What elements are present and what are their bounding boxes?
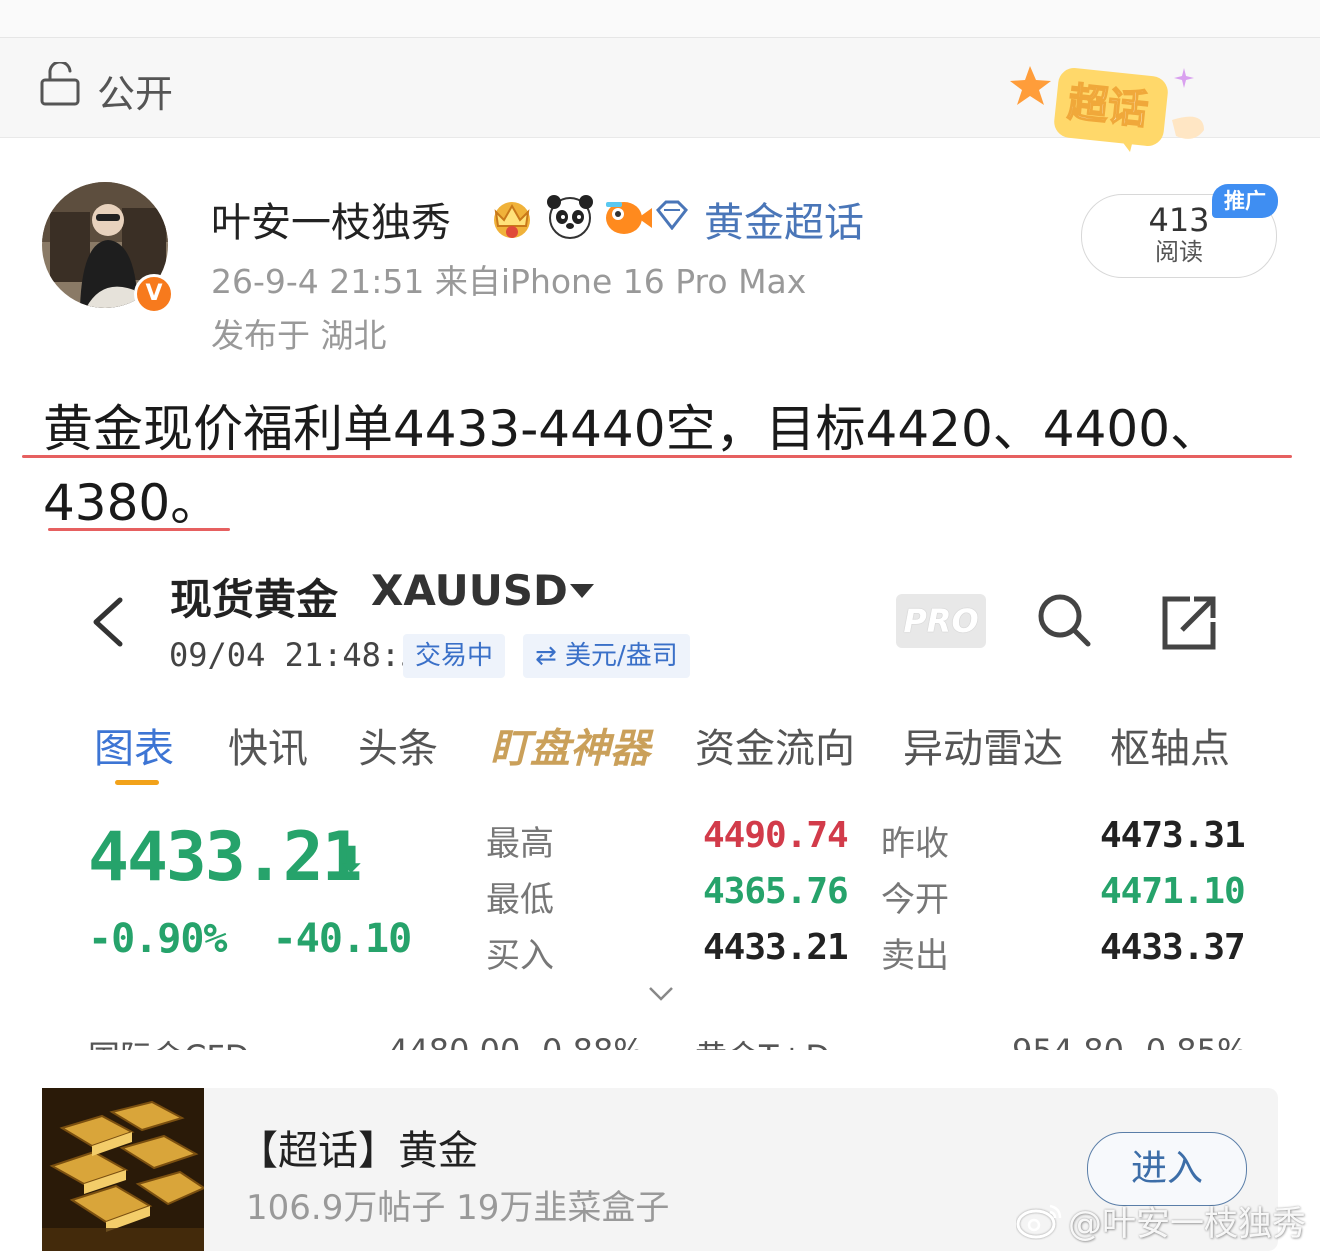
promote-badge[interactable]: 推广 — [1212, 184, 1278, 218]
stat-value-ask: 4433.37 — [1100, 927, 1246, 968]
ticker-item: 国际金CFD — [88, 1030, 249, 1050]
verified-badge-icon: V — [134, 274, 174, 314]
tab-headlines[interactable]: 头条 — [358, 716, 438, 774]
chaohua-sticker-icon: 超话 — [1010, 66, 1204, 152]
stat-label-open: 今开 — [881, 880, 949, 920]
read-label: 阅读 — [1155, 238, 1203, 266]
status-area — [0, 0, 1320, 38]
panda-badge-icon — [547, 195, 593, 239]
post-meta: 26-9-4 21:51 来自iPhone 16 Pro Max — [211, 262, 807, 301]
red-underline — [22, 455, 1292, 458]
share-icon[interactable] — [1160, 594, 1218, 652]
back-arrow-icon[interactable] — [88, 596, 128, 648]
pro-badge[interactable]: PRO — [896, 594, 986, 648]
stat-label-ask: 卖出 — [881, 936, 949, 976]
unit-chip[interactable]: ⇄ 美元/盎司 — [523, 634, 690, 678]
user-badges — [494, 195, 652, 239]
trading-status-chip: 交易中 — [403, 634, 506, 678]
gold-bars-image — [42, 1088, 204, 1251]
change-absolute: -40.10 — [272, 916, 412, 962]
stat-value-low: 4365.76 — [703, 871, 849, 912]
post-text: 黄金现价福利单4433-4440空，目标4420、4400、 4380。 — [43, 392, 1283, 540]
post-location: 发布于 湖北 — [211, 316, 387, 355]
ticker-value: 4480.00 -0.88% — [388, 1030, 644, 1050]
topic-diamond-icon — [656, 200, 688, 230]
unlock-icon — [40, 62, 80, 106]
super-topic-stats: 106.9万帖子 19万韭菜盒子 — [246, 1188, 670, 1228]
quote-title: 现货黄金 — [170, 575, 339, 624]
tab-chart[interactable]: 图表 — [94, 716, 174, 774]
weibo-logo-icon — [1016, 1204, 1062, 1239]
tab-news-flash[interactable]: 快讯 — [228, 716, 308, 774]
crown-badge-icon — [494, 202, 530, 238]
ticker-item: 黄金T+D — [695, 1030, 830, 1050]
tab-fund-flow[interactable]: 资金流向 — [695, 716, 855, 774]
sticker-text: 超话 — [1066, 80, 1150, 134]
visibility-label: 公开 — [97, 72, 174, 116]
tab-anomaly-radar[interactable]: 异动雷达 — [903, 716, 1063, 774]
symbol-dropdown-icon[interactable] — [570, 584, 594, 598]
active-tab-indicator — [115, 780, 159, 785]
tab-pivot-points[interactable]: 枢轴点 — [1110, 716, 1230, 774]
last-price: 4433.21 — [88, 818, 363, 897]
stat-value-high: 4490.74 — [703, 815, 849, 856]
username[interactable]: 叶安一枝独秀 — [211, 190, 451, 248]
down-arrow-icon: ⬇ — [336, 840, 367, 881]
quote-symbol[interactable]: XAUUSD — [371, 566, 568, 615]
chevron-down-icon[interactable] — [648, 986, 674, 1002]
stat-label-bid: 买入 — [486, 936, 554, 976]
stat-label-high: 最高 — [486, 824, 554, 864]
search-icon[interactable] — [1036, 592, 1092, 648]
change-percent: -0.90% — [88, 916, 227, 962]
topic-link[interactable]: 黄金超话 — [704, 190, 864, 248]
stat-label-low: 最低 — [486, 880, 554, 920]
tab-monitor-tool[interactable]: 盯盘神器 — [490, 716, 650, 774]
enter-button[interactable]: 进入 — [1087, 1132, 1247, 1206]
super-topic-title[interactable]: 【超话】黄金 — [238, 1118, 478, 1176]
stat-label-prev-close: 昨收 — [881, 824, 949, 864]
stat-value-bid: 4433.21 — [703, 927, 849, 968]
red-underline — [48, 528, 230, 531]
ticker-value: 954.80 -0.85% — [1012, 1030, 1247, 1050]
watermark: @叶安一枝独秀 — [1068, 1204, 1306, 1244]
stat-value-open: 4471.10 — [1100, 871, 1246, 912]
quote-time: 09/04 21:48:31 — [169, 636, 439, 674]
price-change: -0.90% -40.10 — [88, 916, 412, 962]
stat-value-prev-close: 4473.31 — [1100, 815, 1246, 856]
fish-badge-icon — [606, 202, 652, 234]
